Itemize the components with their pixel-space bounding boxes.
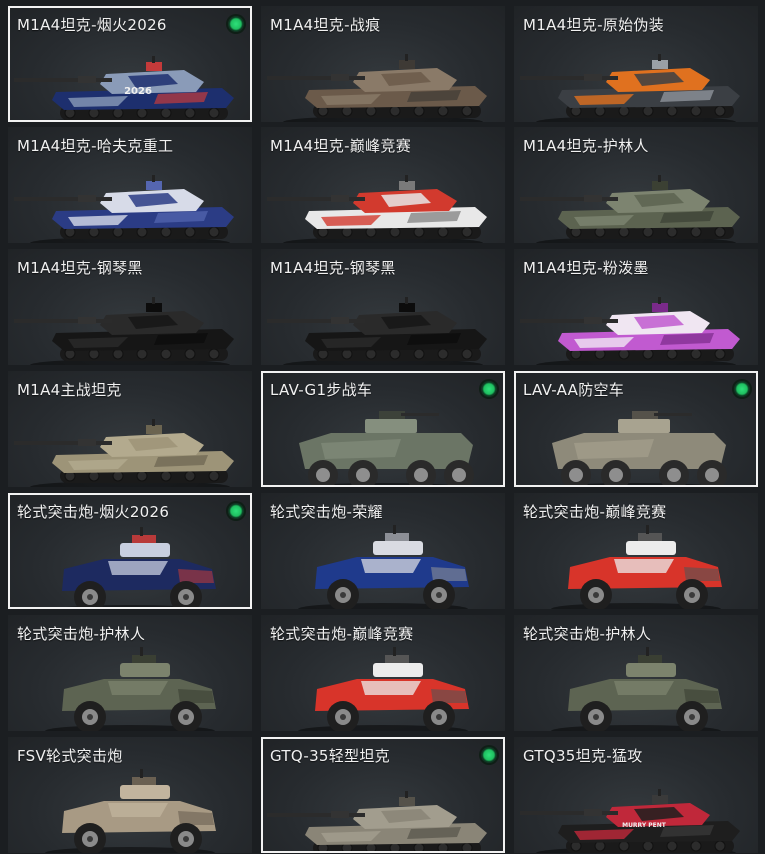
wheeled-vehicle-icon xyxy=(514,645,758,731)
wheeled-vehicle-icon xyxy=(261,645,505,731)
vehicle-skin-name: FSV轮式突击炮 xyxy=(17,747,123,765)
vehicle-skin-card[interactable]: M1A4坦克-巅峰竞赛 xyxy=(261,127,505,243)
vehicle-skin-name: M1A4坦克-巅峰竞赛 xyxy=(270,137,412,155)
vehicle-skin-card[interactable]: GTQ-35轻型坦克 xyxy=(261,737,505,853)
vehicle-skin-name: M1A4主战坦克 xyxy=(17,381,122,399)
tank-vehicle-icon xyxy=(261,279,505,365)
vehicle-skin-name: M1A4坦克-烟火2026 xyxy=(17,16,167,34)
vehicle-skin-name: LAV-G1步战车 xyxy=(270,381,373,399)
svg-text:MURRY PENT: MURRY PENT xyxy=(622,822,667,829)
tank-vehicle-icon xyxy=(514,279,758,365)
vehicle-skin-name: 轮式突击炮-烟火2026 xyxy=(17,503,170,521)
apc-vehicle-icon xyxy=(516,403,754,485)
tank-vehicle-icon xyxy=(8,157,252,243)
vehicle-skin-card[interactable]: M1A4坦克-原始伪装 xyxy=(514,6,758,122)
vehicle-skin-name: M1A4坦克-护林人 xyxy=(523,137,649,155)
vehicle-skin-card[interactable]: M1A4坦克-烟火2026 2026 xyxy=(8,6,252,122)
tank-vehicle-icon xyxy=(514,157,758,243)
vehicle-skin-card[interactable]: M1A4坦克-钢琴黑 xyxy=(261,249,505,365)
vehicle-skin-card[interactable]: M1A4坦克-护林人 xyxy=(514,127,758,243)
vehicle-skin-card[interactable]: LAV-G1步战车 xyxy=(261,371,505,487)
vehicle-skin-name: M1A4坦克-钢琴黑 xyxy=(17,259,143,277)
vehicle-skin-name: M1A4坦克-战痕 xyxy=(270,16,381,34)
vehicle-skin-name: M1A4坦克-钢琴黑 xyxy=(270,259,396,277)
vehicle-skin-card[interactable]: M1A4坦克-哈夫克重工 xyxy=(8,127,252,243)
equipped-status-icon xyxy=(228,503,244,519)
vehicle-skin-card[interactable]: 轮式突击炮-荣耀 xyxy=(261,493,505,609)
vehicle-skin-card[interactable]: M1A4坦克-战痕 xyxy=(261,6,505,122)
light_tank-vehicle-icon: MURRY PENT xyxy=(514,767,758,853)
equipped-status-icon xyxy=(734,381,750,397)
vehicle-skin-name: 轮式突击炮-巅峰竞赛 xyxy=(270,625,414,643)
vehicle-skin-card[interactable]: FSV轮式突击炮 xyxy=(8,737,252,853)
vehicle-skin-grid: M1A4坦克-烟火2026 2026 M1A4坦克-战痕 M1A4坦克-原始伪装 M1A… xyxy=(0,0,765,854)
vehicle-skin-card[interactable]: 轮式突击炮-护林人 xyxy=(8,615,252,731)
vehicle-skin-name: M1A4坦克-粉泼墨 xyxy=(523,259,649,277)
vehicle-skin-name: GTQ-35轻型坦克 xyxy=(270,747,390,765)
tank-vehicle-icon xyxy=(514,36,758,122)
wheeled-vehicle-icon xyxy=(261,523,505,609)
tank-vehicle-icon: 2026 xyxy=(10,38,248,120)
vehicle-skin-name: M1A4坦克-原始伪装 xyxy=(523,16,665,34)
vehicle-skin-name: LAV-AA防空车 xyxy=(523,381,625,399)
vehicle-skin-name: 轮式突击炮-巅峰竞赛 xyxy=(523,503,667,521)
vehicle-skin-name: GTQ35坦克-猛攻 xyxy=(523,747,643,765)
svg-text:2026: 2026 xyxy=(124,86,152,97)
equipped-status-icon xyxy=(481,381,497,397)
vehicle-skin-card[interactable]: M1A4坦克-粉泼墨 xyxy=(514,249,758,365)
vehicle-skin-card[interactable]: 轮式突击炮-巅峰竞赛 xyxy=(261,615,505,731)
light_tank-vehicle-icon xyxy=(263,769,501,851)
apc-vehicle-icon xyxy=(263,403,501,485)
vehicle-skin-card[interactable]: GTQ35坦克-猛攻 MURRY PENT xyxy=(514,737,758,853)
tank-vehicle-icon xyxy=(261,36,505,122)
vehicle-skin-card[interactable]: 轮式突击炮-护林人 xyxy=(514,615,758,731)
vehicle-skin-card[interactable]: 轮式突击炮-巅峰竞赛 xyxy=(514,493,758,609)
vehicle-skin-name: 轮式突击炮-护林人 xyxy=(17,625,146,643)
vehicle-skin-card[interactable]: M1A4主战坦克 xyxy=(8,371,252,487)
equipped-status-icon xyxy=(228,16,244,32)
wheeled-vehicle-icon xyxy=(514,523,758,609)
tank-vehicle-icon xyxy=(8,279,252,365)
vehicle-skin-name: 轮式突击炮-荣耀 xyxy=(270,503,383,521)
vehicle-skin-card[interactable]: 轮式突击炮-烟火2026 xyxy=(8,493,252,609)
wheeled-vehicle-icon xyxy=(8,645,252,731)
tank-vehicle-icon xyxy=(261,157,505,243)
tank-vehicle-icon xyxy=(8,401,252,487)
vehicle-skin-name: 轮式突击炮-护林人 xyxy=(523,625,652,643)
equipped-status-icon xyxy=(481,747,497,763)
vehicle-skin-name: M1A4坦克-哈夫克重工 xyxy=(17,137,174,155)
vehicle-skin-card[interactable]: LAV-AA防空车 xyxy=(514,371,758,487)
vehicle-skin-card[interactable]: M1A4坦克-钢琴黑 xyxy=(8,249,252,365)
wheeled-vehicle-icon xyxy=(10,525,248,607)
wheeled-vehicle-icon xyxy=(8,767,252,853)
